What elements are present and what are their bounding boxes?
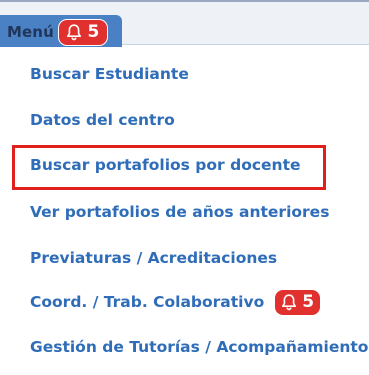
menu-item-buscar-portafolios-docente[interactable]: Buscar portafolios por docente (30, 152, 301, 178)
menu-item-label: Ver portafolios de años anteriores (30, 203, 330, 221)
bell-icon (67, 24, 82, 41)
menu-item-label: Buscar portafolios por docente (30, 156, 301, 174)
bell-icon (282, 294, 297, 311)
notification-count: 5 (302, 292, 315, 312)
menu-item-buscar-estudiante[interactable]: Buscar Estudiante (30, 61, 189, 87)
menu-item-previaturas[interactable]: Previaturas / Acreditaciones (30, 245, 277, 271)
notification-badge: 5 (274, 288, 322, 316)
menu-item-label: Previaturas / Acreditaciones (30, 249, 278, 267)
menu-item-portafolios-anteriores[interactable]: Ver portafolios de años anteriores (30, 199, 329, 225)
menu-item-label: Buscar Estudiante (30, 65, 189, 83)
menu-item-coord-colaborativo[interactable]: Coord. / Trab. Colaborativo 5 (30, 288, 322, 316)
menu-label: Menú (7, 23, 54, 41)
menu-item-datos-centro[interactable]: Datos del centro (30, 107, 175, 133)
menu-item-label: Gestión de Tutorías / Acompañamiento (30, 338, 369, 356)
menu-item-gestion-tutorias[interactable]: Gestión de Tutorías / Acompañamiento (30, 334, 368, 360)
menu-button[interactable]: Menú 5 (0, 15, 122, 49)
menu-item-label: Coord. / Trab. Colaborativo (30, 293, 265, 311)
notification-badge[interactable]: 5 (57, 18, 108, 46)
menu-item-label: Datos del centro (30, 111, 175, 129)
top-menu-bar: Menú 5 (0, 0, 369, 49)
notification-count: 5 (87, 22, 100, 42)
